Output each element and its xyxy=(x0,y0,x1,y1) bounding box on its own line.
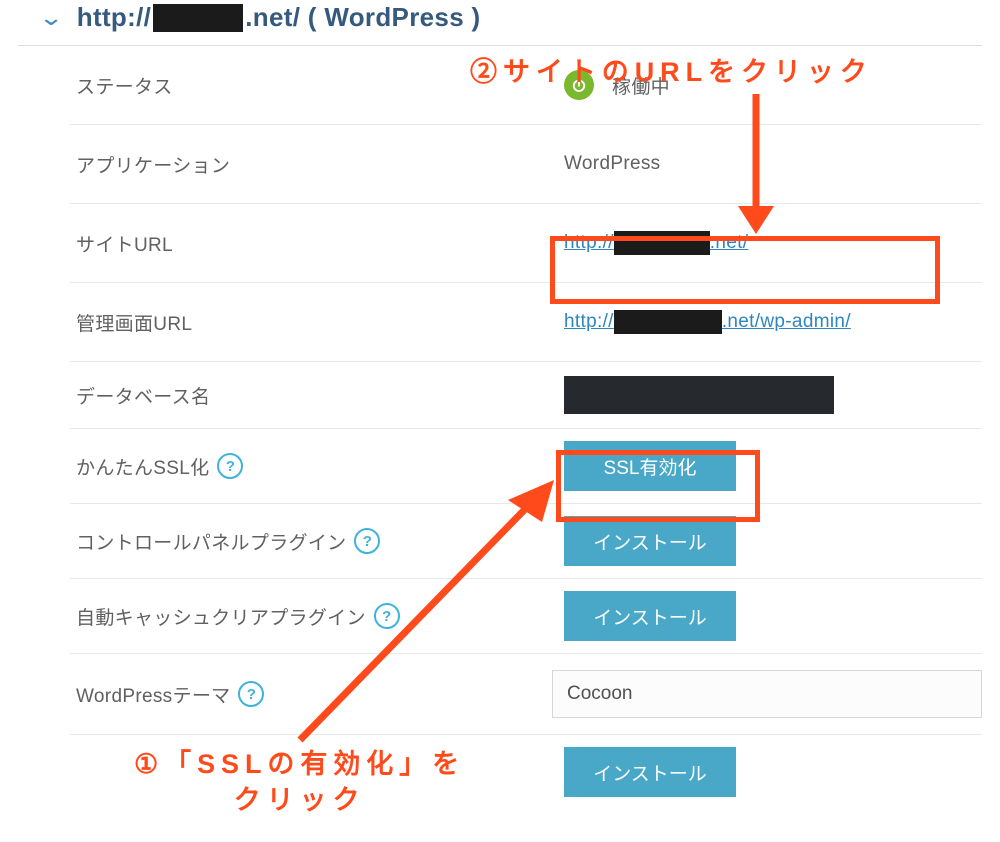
help-icon[interactable]: ? xyxy=(374,603,400,629)
label-control-plugin: コントロールパネルプラグイン xyxy=(76,528,346,555)
row-application: アプリケーション WordPress xyxy=(70,125,982,204)
row-database: データベース名 xyxy=(70,362,982,429)
row-theme: WordPressテーマ ? xyxy=(70,654,982,735)
annotation-bottom: ①「SSLの有効化」を クリック xyxy=(134,746,465,819)
site-url-prefix: http:// xyxy=(77,2,151,33)
label-application: アプリケーション xyxy=(76,151,564,178)
admin-url-link[interactable]: http://.net/wp-admin/ xyxy=(564,310,851,334)
redacted-domain xyxy=(153,4,243,32)
control-plugin-install-button[interactable]: インストール xyxy=(564,516,736,566)
label-admin-url: 管理画面URL xyxy=(76,309,564,336)
label-theme: WordPressテーマ xyxy=(76,681,230,708)
annotation-top: ②サイトのURLをクリック xyxy=(470,50,873,89)
row-cache-plugin: 自動キャッシュクリアプラグイン ? インストール xyxy=(70,579,982,654)
help-icon[interactable]: ? xyxy=(354,528,380,554)
label-site-url: サイトURL xyxy=(76,230,564,257)
help-icon[interactable]: ? xyxy=(217,453,243,479)
theme-input[interactable] xyxy=(552,670,982,718)
site-header: ⌄ http:// .net/ ( WordPress ) xyxy=(18,0,982,46)
cache-plugin-install-button[interactable]: インストール xyxy=(564,591,736,641)
site-url-suffix: .net/ ( WordPress ) xyxy=(245,2,480,33)
label-database: データベース名 xyxy=(76,382,564,409)
label-ssl: かんたんSSL化 xyxy=(76,453,209,480)
ssl-enable-button[interactable]: SSL有効化 xyxy=(564,441,736,491)
row-ssl: かんたんSSL化 ? SSL有効化 xyxy=(70,429,982,504)
site-url-link[interactable]: http://.net/ xyxy=(564,231,748,255)
help-icon[interactable]: ? xyxy=(238,681,264,707)
row-site-url: サイトURL http://.net/ xyxy=(70,204,982,283)
redacted-domain xyxy=(614,310,722,334)
site-title: http:// .net/ ( WordPress ) xyxy=(77,2,481,33)
chevron-down-icon[interactable]: ⌄ xyxy=(38,5,64,31)
label-cache-plugin: 自動キャッシュクリアプラグイン xyxy=(76,603,366,630)
redacted-database xyxy=(564,376,834,414)
redacted-domain xyxy=(614,231,710,255)
row-admin-url: 管理画面URL http://.net/wp-admin/ xyxy=(70,283,982,362)
theme-install-button[interactable]: インストール xyxy=(564,747,736,797)
row-control-plugin: コントロールパネルプラグイン ? インストール xyxy=(70,504,982,579)
application-value: WordPress xyxy=(564,153,982,175)
